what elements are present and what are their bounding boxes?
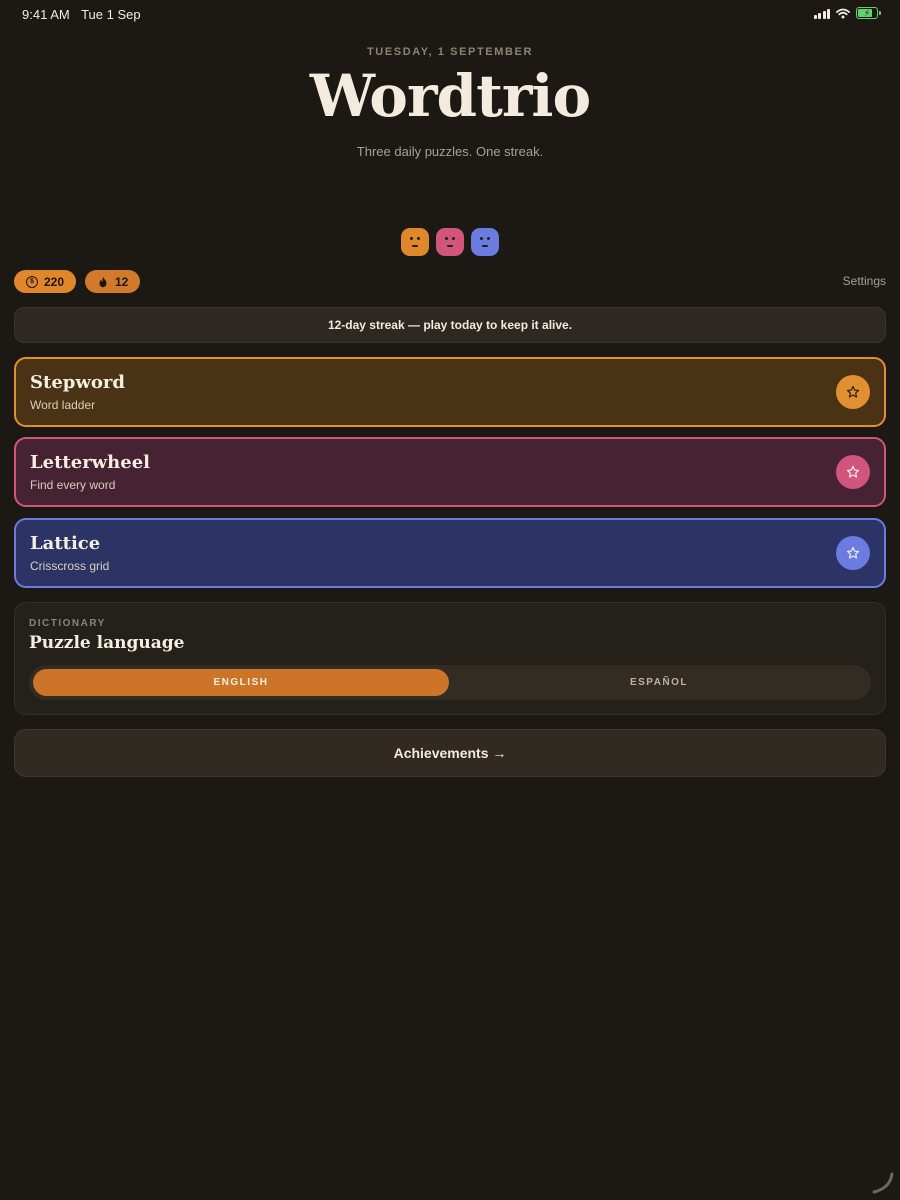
orange-mascot-icon [401, 228, 429, 256]
wifi-icon [836, 8, 850, 18]
flame-icon [99, 276, 107, 287]
game-card-stepword[interactable]: Stepword Word ladder [14, 357, 886, 427]
streak-badge[interactable]: 12 [85, 270, 141, 293]
language-option-espanol[interactable]: ESPAÑOL [451, 669, 867, 696]
game-title: Lattice [30, 533, 101, 554]
blue-mascot-icon [471, 228, 499, 256]
app-title: Wordtrio [309, 62, 591, 130]
language-option-english[interactable]: ENGLISH [33, 669, 449, 696]
battery-charging-icon: ⚡ [856, 7, 881, 19]
game-card-lattice[interactable]: Lattice Crisscross grid [14, 518, 886, 588]
dictionary-label: DICTIONARY [29, 618, 106, 629]
play-lattice-button[interactable] [836, 536, 870, 570]
status-time: 9:41 AM [22, 7, 70, 22]
star-icon [846, 385, 860, 398]
language-segmented-control: ENGLISH ESPAÑOL [29, 665, 871, 700]
coins-badge[interactable]: $ 220 [14, 270, 77, 293]
pink-mascot-icon [436, 228, 464, 256]
cellular-signal-icon [813, 8, 830, 19]
status-bar: 9:41 AM Tue 1 Sep ⚡ [0, 0, 900, 28]
scroll-indicator-icon [872, 1172, 894, 1194]
mascot-row [0, 228, 900, 256]
streak-banner: 12-day streak — play today to keep it al… [14, 307, 886, 343]
dictionary-card: DICTIONARY Puzzle language ENGLISH ESPAÑ… [14, 602, 886, 715]
game-title: Stepword [30, 372, 125, 393]
play-letterwheel-button[interactable] [836, 455, 870, 489]
game-description: Word ladder [30, 398, 96, 412]
game-description: Find every word [30, 478, 116, 492]
coins-count: 220 [44, 274, 65, 289]
star-icon [846, 546, 860, 559]
header-date: TUESDAY, 1 SEPTEMBER [366, 46, 534, 58]
settings-link[interactable]: Settings [843, 274, 886, 288]
achievements-button[interactable]: Achievements → [14, 729, 886, 777]
play-stepword-button[interactable] [836, 375, 870, 409]
status-date: Tue 1 Sep [81, 7, 141, 22]
dictionary-title: Puzzle language [29, 633, 185, 653]
stats-row: $ 220 12 Settings [14, 270, 886, 294]
coin-icon: $ [26, 275, 38, 288]
game-card-letterwheel[interactable]: Letterwheel Find every word [14, 437, 886, 507]
streak-count: 12 [115, 274, 129, 289]
app-subtitle: Three daily puzzles. One streak. [356, 144, 544, 159]
game-description: Crisscross grid [30, 559, 110, 573]
star-icon [846, 465, 860, 478]
game-title: Letterwheel [30, 452, 150, 473]
